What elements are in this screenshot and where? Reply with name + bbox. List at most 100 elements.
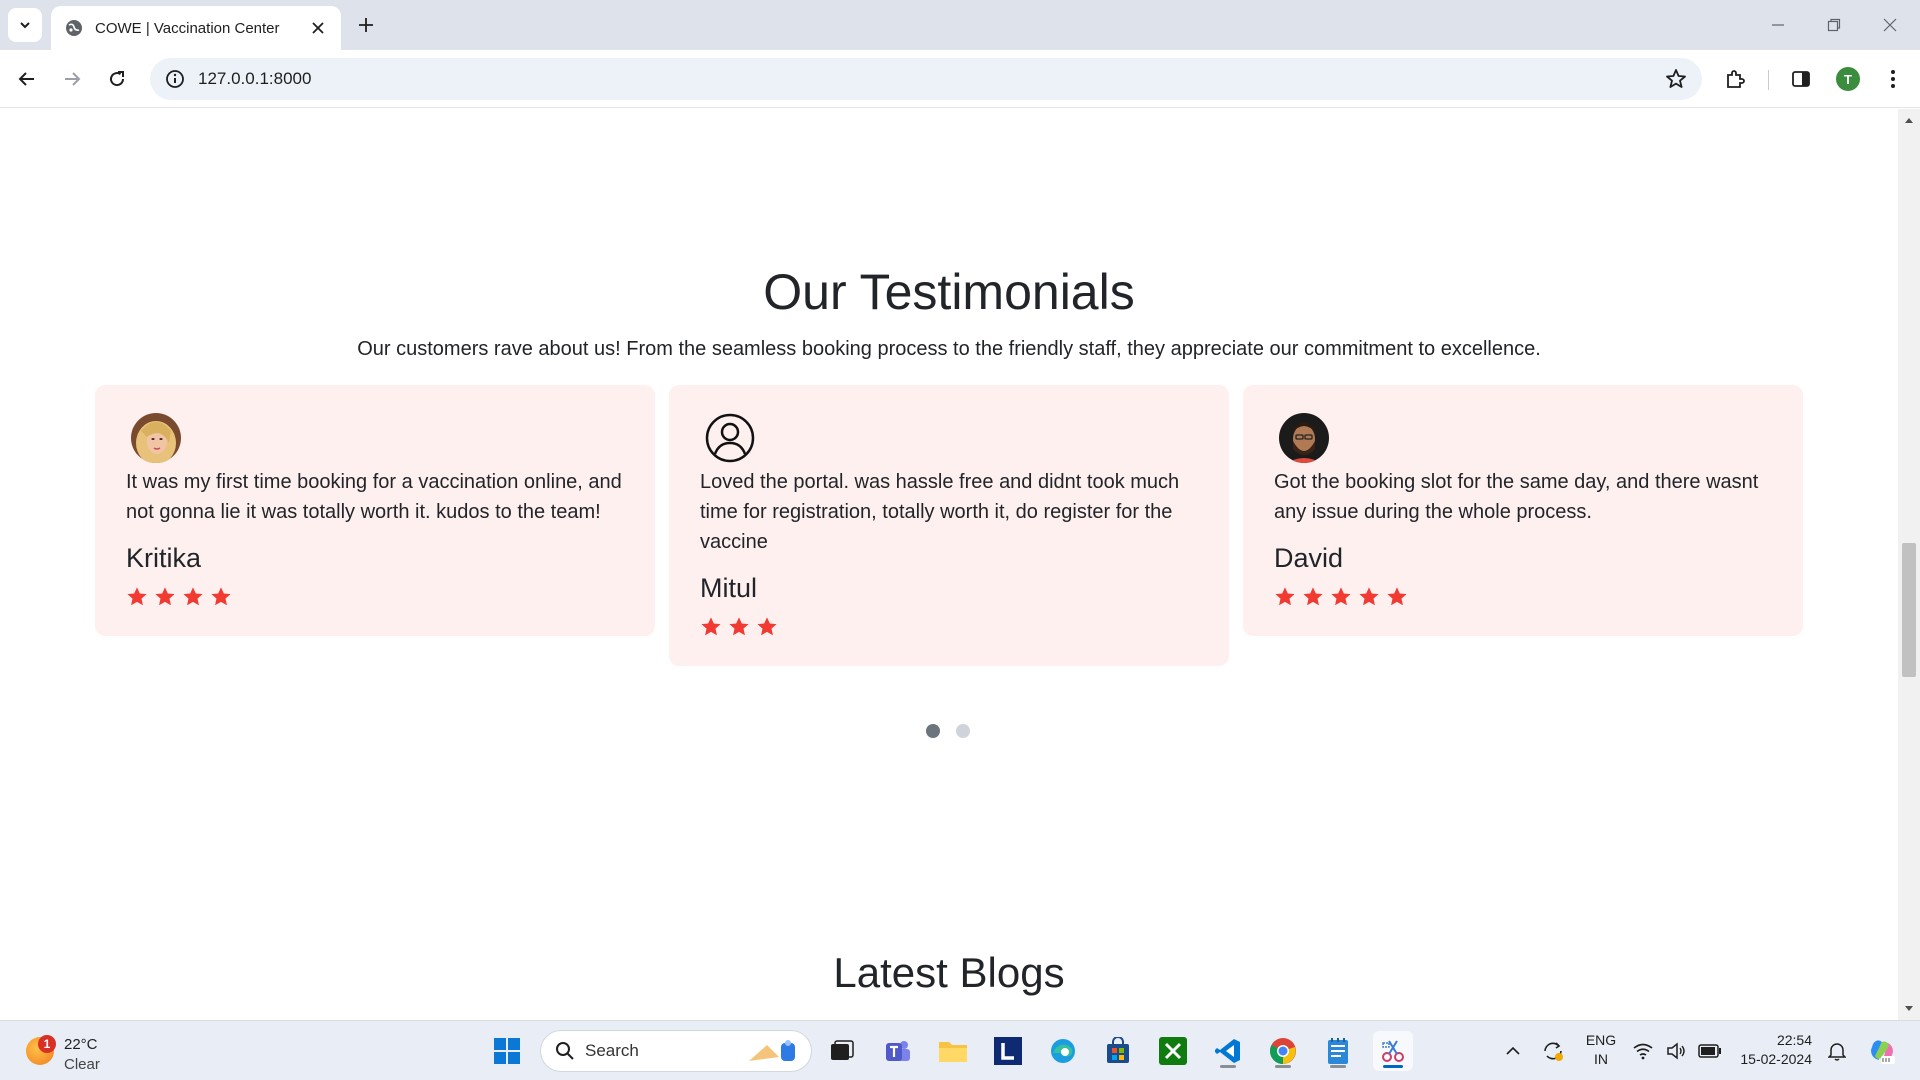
minimize-icon bbox=[1772, 24, 1784, 26]
quick-settings-button[interactable] bbox=[1632, 1021, 1722, 1080]
close-icon bbox=[312, 22, 324, 34]
wifi-icon bbox=[1633, 1043, 1653, 1060]
store-icon bbox=[1107, 1037, 1129, 1063]
chrome-icon bbox=[1270, 1038, 1296, 1064]
browser-toolbar: 127.0.0.1:8000 T bbox=[0, 50, 1920, 108]
notification-center-button[interactable] bbox=[1822, 1021, 1852, 1080]
l-app[interactable] bbox=[988, 1031, 1028, 1071]
side-panel-button[interactable] bbox=[1784, 62, 1818, 96]
sync-tray-button[interactable] bbox=[1538, 1021, 1568, 1080]
minimize-button[interactable] bbox=[1750, 0, 1806, 50]
language-indicator[interactable]: ENG IN bbox=[1580, 1031, 1622, 1069]
vscode-icon bbox=[1215, 1039, 1240, 1063]
store-app[interactable] bbox=[1098, 1031, 1138, 1071]
carousel-indicators bbox=[926, 724, 970, 738]
site-info-icon[interactable] bbox=[164, 68, 186, 90]
rating-stars bbox=[1274, 586, 1773, 608]
tab-close-button[interactable] bbox=[307, 17, 329, 39]
back-button[interactable] bbox=[10, 62, 44, 96]
carousel-dot-1[interactable] bbox=[926, 724, 940, 738]
xbox-icon bbox=[1159, 1037, 1187, 1065]
star-icon bbox=[1275, 587, 1295, 606]
chrome-app[interactable] bbox=[1263, 1031, 1303, 1071]
taskbar-search[interactable]: Search bbox=[540, 1030, 812, 1072]
edge-icon bbox=[1051, 1039, 1075, 1063]
forward-button[interactable] bbox=[55, 62, 89, 96]
customer-photo bbox=[1279, 413, 1329, 463]
star-icon bbox=[1387, 587, 1407, 606]
star-icon bbox=[1359, 587, 1379, 606]
windows-logo-icon bbox=[494, 1038, 520, 1064]
user-outline-icon bbox=[705, 413, 755, 463]
show-hidden-icons-button[interactable] bbox=[1498, 1021, 1528, 1080]
notepad-app[interactable] bbox=[1318, 1031, 1358, 1071]
language-code: ENG bbox=[1585, 1032, 1617, 1048]
chevron-down-icon bbox=[20, 22, 30, 29]
extensions-button[interactable] bbox=[1718, 62, 1752, 96]
app-active-indicator bbox=[1383, 1065, 1403, 1068]
profile-button[interactable]: T bbox=[1831, 62, 1865, 96]
testimonial-name: Kritika bbox=[126, 543, 202, 573]
scroll-down-arrow-icon[interactable] bbox=[1903, 1003, 1915, 1015]
tab-title: COWE | Vaccination Center bbox=[95, 19, 280, 37]
arrow-right-icon bbox=[65, 72, 81, 86]
star-icon bbox=[701, 617, 721, 636]
region-code: IN bbox=[1594, 1051, 1608, 1067]
windows-taskbar: 1 22°C Clear Search ENG IN 22:54 15-02-2… bbox=[0, 1020, 1920, 1080]
address-bar[interactable]: 127.0.0.1:8000 bbox=[150, 58, 1702, 100]
bell-icon bbox=[1828, 1043, 1846, 1061]
testimonial-text: Got the booking slot for the same day, a… bbox=[1274, 471, 1759, 523]
bookmark-star-icon[interactable] bbox=[1664, 67, 1688, 91]
scrollbar-thumb[interactable] bbox=[1902, 543, 1916, 677]
globe-icon bbox=[66, 20, 82, 36]
star-icon bbox=[729, 617, 749, 636]
xbox-app[interactable] bbox=[1153, 1031, 1193, 1071]
star-icon bbox=[757, 617, 777, 636]
window-close-button[interactable] bbox=[1862, 0, 1918, 50]
task-view-button[interactable] bbox=[822, 1031, 862, 1071]
copilot-button[interactable] bbox=[1862, 1021, 1902, 1080]
reload-icon bbox=[110, 71, 125, 87]
testimonials-subtitle: Our customers rave about us! From the se… bbox=[357, 338, 1541, 360]
carousel-dot-2[interactable] bbox=[956, 724, 970, 738]
weather-temperature: 22°C bbox=[64, 1036, 98, 1053]
browser-menu-button[interactable] bbox=[1876, 62, 1910, 96]
search-highlight-icon bbox=[749, 1040, 795, 1061]
start-button[interactable] bbox=[487, 1031, 527, 1071]
teams-app[interactable] bbox=[878, 1031, 918, 1071]
side-panel-icon bbox=[1792, 71, 1810, 87]
vscode-app[interactable] bbox=[1208, 1031, 1248, 1071]
reload-button[interactable] bbox=[100, 62, 134, 96]
testimonial-card: It was my first time booking for a vacci… bbox=[95, 385, 655, 636]
testimonial-card: Got the booking slot for the same day, a… bbox=[1243, 385, 1803, 636]
scroll-up-arrow-icon[interactable] bbox=[1903, 114, 1915, 126]
copilot-icon bbox=[1871, 1040, 1895, 1064]
teams-icon bbox=[886, 1041, 910, 1061]
web-page: Our Testimonials Our customers rave abou… bbox=[0, 109, 1898, 1020]
taskbar-clock[interactable]: 22:54 15-02-2024 bbox=[1730, 1031, 1812, 1069]
browser-tab-active[interactable]: COWE | Vaccination Center bbox=[51, 6, 341, 50]
weather-widget[interactable]: 1 22°C Clear bbox=[22, 1029, 122, 1073]
page-scrollbar[interactable] bbox=[1898, 109, 1920, 1020]
tab-search-button[interactable] bbox=[8, 8, 42, 42]
snipping-tool-app[interactable] bbox=[1373, 1031, 1413, 1071]
chevron-up-icon bbox=[1506, 1046, 1520, 1055]
sync-icon bbox=[1544, 1042, 1563, 1061]
puzzle-icon bbox=[1727, 70, 1745, 88]
app-running-indicator bbox=[1275, 1065, 1291, 1068]
profile-avatar: T bbox=[1836, 67, 1860, 91]
restore-button[interactable] bbox=[1806, 0, 1862, 50]
testimonial-name: David bbox=[1274, 543, 1344, 573]
star-icon bbox=[1331, 587, 1351, 606]
search-icon bbox=[556, 1042, 574, 1060]
l-app-icon bbox=[994, 1037, 1022, 1065]
file-explorer-app[interactable] bbox=[933, 1031, 973, 1071]
edge-app[interactable] bbox=[1043, 1031, 1083, 1071]
more-vertical-icon bbox=[1891, 70, 1895, 88]
rating-stars bbox=[700, 616, 1199, 638]
snipping-tool-icon bbox=[1382, 1040, 1404, 1062]
search-label: Search bbox=[585, 1041, 639, 1060]
testimonial-card: Loved the portal. was hassle free and di… bbox=[669, 385, 1229, 666]
notepad-icon bbox=[1328, 1038, 1348, 1064]
new-tab-button[interactable] bbox=[352, 11, 380, 39]
